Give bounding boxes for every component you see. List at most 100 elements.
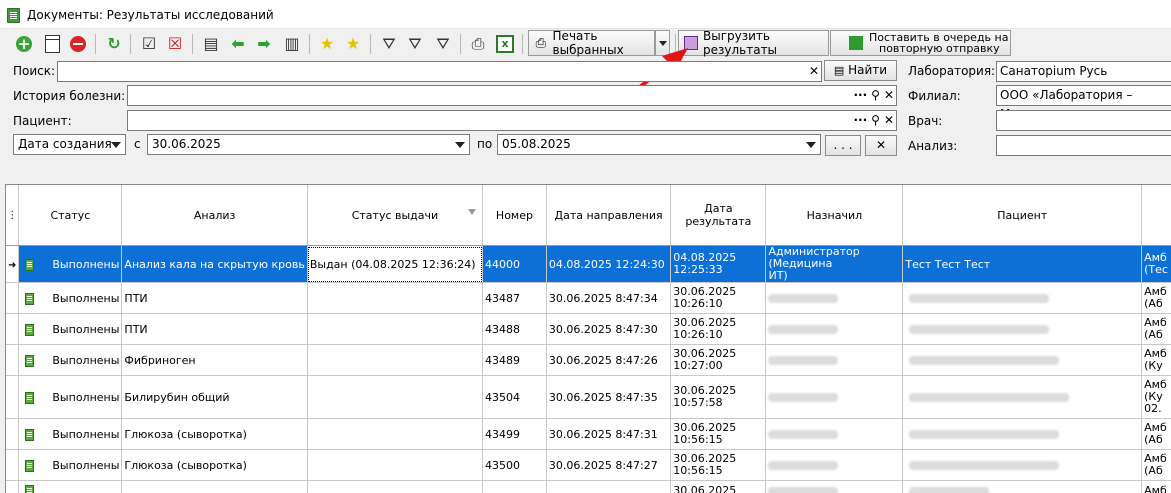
print-selected-button[interactable]: ⎙ Печать выбранных [528,30,655,56]
row-indicator[interactable] [6,345,19,376]
cell-patient [903,283,1142,314]
add-icon[interactable]: + [13,33,35,55]
cell-status: Выполнены [19,450,122,481]
cell-issue-status[interactable] [307,314,482,345]
lab-input[interactable]: Санаторium Русь [996,61,1171,82]
document-icon [25,429,34,441]
column-header-analysis[interactable]: Анализ [122,185,307,246]
group-icon[interactable]: ▤ [200,33,222,55]
requeue-button[interactable]: Поставить в очередь на повторную отправк… [830,30,1011,56]
table-row[interactable]: ВыполненыГлюкоза (сыворотка)4349930.06.2… [6,419,1171,450]
cell-status [19,481,122,493]
star-icon[interactable]: ★ [342,33,364,55]
analysis-input[interactable] [996,135,1171,156]
history-input[interactable]: ··· ⚲✕ [127,85,897,106]
cell-issue-status[interactable] [307,419,482,450]
table-row[interactable]: ВыполненыБилирубин общий4350430.06.2025 … [6,376,1171,419]
cell-analysis: ПТИ [122,314,307,345]
table-row[interactable]: ВыполненыФибриноген4348930.06.2025 8:47:… [6,345,1171,376]
column-header-assigned[interactable]: Назначил [766,185,903,246]
uncheck-list-icon[interactable]: ☒ [164,33,186,55]
cell-issue-status[interactable] [307,283,482,314]
cell-number: 43500 [483,450,547,481]
branch-input[interactable]: ООО «Лаборатория – Медици [996,85,1171,106]
cell-result-date: 30.06.202510:57:58 [671,376,766,419]
cell-sent-date: 30.06.2025 8:47:27 [546,450,670,481]
refresh-icon[interactable]: ↻ [103,33,125,55]
patient-input[interactable]: ··· ⚲✕ [127,110,897,131]
history-label: История болезни: [13,89,125,103]
arrow-right-icon[interactable]: ➡ [253,33,275,55]
search-input[interactable]: ✕ [57,61,822,82]
filter-clear-icon[interactable]: ⛛ [432,33,454,55]
row-indicator[interactable] [6,481,19,493]
table-row[interactable]: 30.06.2025Амб [6,481,1171,493]
export-results-button[interactable]: Выгрузить результаты [678,30,829,56]
print-dropdown-button[interactable] [655,30,670,56]
cell-result-date: 30.06.202510:56:15 [671,419,766,450]
cell-result-date: 04.08.202512:25:33 [671,246,766,283]
row-indicator[interactable] [6,376,19,419]
patient-label: Пациент: [13,114,72,128]
row-indicator[interactable] [6,283,19,314]
cell-extra: Амб(Аб [1142,314,1171,345]
find-button[interactable]: ▤ Найти [824,60,897,81]
filter-edit-icon[interactable]: ⛛ [404,33,426,55]
cell-extra: Амб(Аб [1142,450,1171,481]
cell-extra: Амб(Тес [1142,246,1171,283]
cell-number: 43489 [483,345,547,376]
cell-analysis [122,481,307,493]
excel-icon[interactable]: x [494,33,516,55]
cell-issue-status[interactable] [307,345,482,376]
delete-icon[interactable] [67,33,89,55]
row-indicator[interactable] [6,314,19,345]
table-row[interactable]: ВыполненыГлюкоза (сыворотка)4350030.06.2… [6,450,1171,481]
column-header-patient[interactable]: Пациент [903,185,1142,246]
cell-issue-status[interactable] [307,450,482,481]
period-button[interactable]: . . . [825,135,861,156]
search-icon[interactable]: ⚲ [871,86,880,105]
row-indicator[interactable] [6,450,19,481]
cell-analysis: Билирубин общий [122,376,307,419]
clear-icon[interactable]: ✕ [884,111,894,130]
cell-assigned [766,419,903,450]
arrow-left-icon[interactable]: ⬅ [227,33,249,55]
to-date-picker[interactable]: 05.08.2025 [497,134,821,155]
column-header-extra[interactable] [1142,185,1171,246]
column-header-number[interactable]: Номер [483,185,547,246]
doctor-input[interactable] [996,110,1171,131]
clear-icon[interactable]: ✕ [884,86,894,105]
cell-result-date: 30.06.202510:27:00 [671,345,766,376]
clear-icon[interactable]: ✕ [809,62,819,81]
edit-document-icon[interactable] [41,33,63,55]
column-header-sent-date[interactable]: Дата направления [546,185,670,246]
row-indicator[interactable] [6,419,19,450]
ellipsis-icon[interactable]: ··· [853,111,867,130]
cell-sent-date: 30.06.2025 8:47:35 [546,376,670,419]
cell-issue-status[interactable]: Выдан (04.08.2025 12:36:24) [307,246,482,283]
date-type-select[interactable]: Дата создания [13,134,126,155]
column-header-issue-status[interactable]: Статус выдачи [307,185,482,246]
cell-issue-status[interactable] [307,481,482,493]
star-add-icon[interactable]: ★ [316,33,338,55]
table-row[interactable]: ВыполненыПТИ4348830.06.2025 8:47:3030.06… [6,314,1171,345]
ungroup-icon[interactable]: ▥ [281,33,303,55]
column-header-status[interactable]: Статус [19,185,122,246]
title-bar: Документы: Результаты исследований [0,0,1171,29]
chevron-down-icon [806,142,816,148]
column-header-result-date[interactable]: Дата результата [671,185,766,246]
search-icon[interactable]: ⚲ [871,111,880,130]
row-indicator-header[interactable]: ⋮ [6,185,19,246]
table-row[interactable]: ➜ВыполненыАнализ кала на скрытую кровьВы… [6,246,1171,283]
print-icon[interactable]: ⎙ [467,33,489,55]
row-indicator[interactable]: ➜ [6,246,19,283]
ellipsis-icon[interactable]: ··· [853,86,867,105]
check-list-icon[interactable]: ☑ [138,33,160,55]
table-row[interactable]: ВыполненыПТИ4348730.06.2025 8:47:3430.06… [6,283,1171,314]
cell-issue-status[interactable] [307,376,482,419]
filter-icon[interactable]: ⛛ [378,33,400,55]
from-date-picker[interactable]: 30.06.2025 [147,134,470,155]
filter-icon [468,209,476,215]
clear-dates-button[interactable]: ✕ [865,135,897,156]
cell-patient [903,376,1142,419]
